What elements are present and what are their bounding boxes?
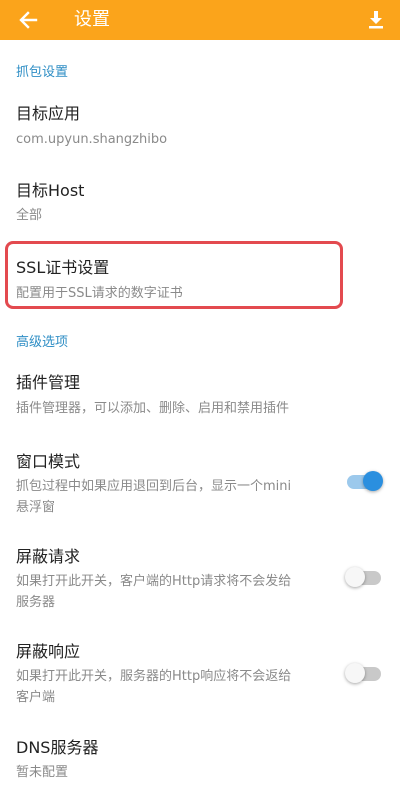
block-request-switch[interactable] [345,567,381,587]
pref-target-host[interactable]: 目标Host 全部 [0,172,400,236]
pref-plugin-mgmt[interactable]: 插件管理 插件管理器，可以添加、删除、启用和禁用插件 [0,363,400,427]
app-bar: 设置 [0,0,400,40]
pref-window-mode[interactable]: 窗口模式 抓包过程中如果应用退回到后台，显示一个mini 悬浮窗 [0,442,400,522]
pref-summary: 如果打开此开关，客户端的Http请求将不会发给 服务器 [16,574,292,610]
pref-summary: 暂未配置 [16,765,69,780]
switch-thumb [345,567,365,587]
pref-ssl-cert[interactable]: SSL证书设置 配置用于SSL请求的数字证书 [0,250,400,306]
pref-title: 目标Host [16,181,85,200]
pref-summary: 抓包过程中如果应用退回到后台，显示一个mini 悬浮窗 [16,479,292,515]
pref-block-request[interactable]: 屏蔽请求 如果打开此开关，客户端的Http请求将不会发给 服务器 [0,538,400,618]
download-icon [369,11,383,29]
arrow-left-icon [19,11,38,29]
pref-title: DNS服务器 [16,738,99,757]
page-title: 设置 [74,9,110,30]
switch-thumb [363,471,383,491]
block-response-switch[interactable] [345,663,381,683]
pref-title: 窗口模式 [16,452,81,471]
pref-target-app[interactable]: 目标应用 com.upyun.shangzhibo [0,95,400,159]
pref-summary: 全部 [16,208,43,223]
pref-title: 目标应用 [16,104,81,123]
pref-block-response[interactable]: 屏蔽响应 如果打开此开关，服务器的Http响应将不会返给 客户端 [0,633,400,713]
pref-summary: com.upyun.shangzhibo [16,132,168,147]
pref-summary: 插件管理器，可以添加、删除、启用和禁用插件 [16,401,290,416]
pref-title: SSL证书设置 [16,258,110,277]
section-header-advanced: 高级选项 [16,335,69,350]
pref-title: 屏蔽请求 [16,547,81,566]
pref-title: 插件管理 [16,373,81,392]
switch-thumb [345,663,365,683]
pref-summary: 如果打开此开关，服务器的Http响应将不会返给 客户端 [16,669,292,705]
pref-title: 屏蔽响应 [16,642,81,661]
pref-dns-server[interactable]: DNS服务器 暂未配置 [0,729,400,793]
back-button[interactable] [14,6,42,34]
window-mode-switch[interactable] [347,471,383,491]
download-button[interactable] [362,6,390,34]
section-header-capture: 抓包设置 [16,65,69,80]
pref-summary: 配置用于SSL请求的数字证书 [16,286,183,301]
